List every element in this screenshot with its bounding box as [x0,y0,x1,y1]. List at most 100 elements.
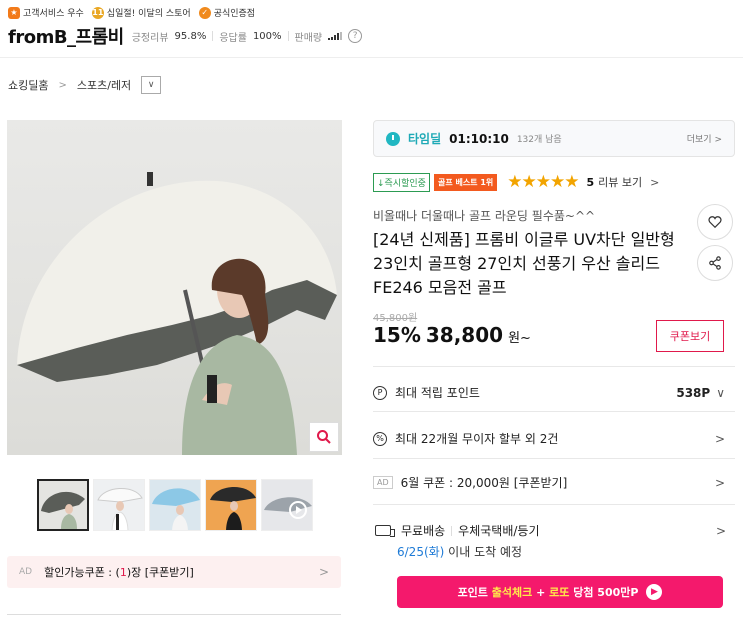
clock-icon [386,131,400,146]
chevron-right-icon[interactable]: > [716,524,726,538]
shipping-row[interactable]: 무료배송 우체국택배/등기 [375,522,540,539]
help-icon[interactable]: ? [348,29,363,43]
chevron-down-icon[interactable]: ∨ [141,76,162,94]
price-suffix: 원~ [508,331,531,346]
coupon-strip-suffix: )장 [쿠폰받기] [126,566,194,579]
points-label: 최대 적립 포인트 [395,386,480,400]
review-link[interactable]: 리뷰 보기 [598,174,642,190]
promo-text: 포인트 출석체크 + 로또 당첨 500만P [458,584,639,600]
thumbnail-list [37,479,313,531]
thumbnail-2[interactable] [93,479,145,531]
share-button[interactable] [697,245,733,281]
promo-middle: + [532,586,550,599]
store-header: fromB_프롬비 긍정리뷰 95.8% 응답률 100% 판매량 ? [8,23,363,49]
promo-highlight-attendance: 출석체크 [491,586,533,599]
arrow-right-icon: ▶ [646,584,663,600]
points-row[interactable]: P 최대 적립 포인트 538P ∨ [373,384,725,401]
original-price: 45,800원 [373,313,418,324]
certified-badge-icon: ✓ [198,6,211,19]
chevron-right-icon: > [58,79,67,91]
thumbnail-4[interactable] [205,479,257,531]
instant-discount-tag: ↓즉시할인중 [373,172,430,192]
delivery-suffix: 이내 도착 예정 [444,545,523,559]
share-icon [709,256,721,270]
sale-price: 38,800 [425,323,504,347]
chevron-right-icon: > [650,175,660,189]
store-name[interactable]: fromB_프롬비 [8,23,124,49]
chevron-down-icon[interactable]: ∨ [716,386,725,400]
best-rank-tag: 골프 베스트 1위 [433,173,498,191]
promo-prefix: 포인트 [457,586,492,599]
thumbnail-3[interactable] [149,479,201,531]
shipping-carrier: 우체국택배/등기 [458,524,540,538]
discount-rate: 15% [373,323,421,347]
heart-icon [708,216,722,229]
seller-badges: ★ 고객서비스 우수 11 십일절! 이달의 스토어 ✓ 공식인증점 [8,6,255,19]
product-tags: ↓즉시할인중 골프 베스트 1위 ★★★★★ 5 리뷰 보기 > [373,172,659,192]
shipping-label: 무료배송 [401,524,446,538]
june-coupon-row[interactable]: AD 6월 쿠폰 : 20,000원 [쿠폰받기] > [373,474,725,491]
coupon-view-button[interactable]: 쿠폰보기 [656,320,724,352]
thumbnail-1[interactable] [37,479,89,531]
left-bottom-divider [7,614,341,615]
chevron-right-icon: > [714,475,725,490]
sales-level-icon [328,32,343,40]
installment-row[interactable]: % 최대 22개월 무이자 할부 외 2건 > [373,430,725,447]
divider [373,458,735,459]
badge-service: ★ 고객서비스 우수 [8,6,84,19]
product-subtitle: 비올때나 더울때나 골프 라운딩 필수품~^^ [373,209,596,223]
thumbnail-5[interactable] [261,479,313,531]
june-coupon-right: > [715,476,725,490]
badge-store-of-month: 11 십일절! 이달의 스토어 [91,6,191,19]
installment-label: 최대 22개월 무이자 할부 외 2건 [395,432,559,446]
percent-icon: % [373,431,387,446]
coupon-count: 1 [119,565,127,579]
promo-highlight-lotto: 로또 [549,586,570,599]
chevron-right-icon: > [714,431,725,446]
attendance-promo-button[interactable]: 포인트 출석체크 + 로또 당첨 500만P ▶ [397,576,723,608]
coupon-strip-prefix: 할인가능쿠폰 : ( [44,566,120,579]
timedeal-more-link[interactable]: 더보기 > [687,132,722,145]
product-main-image[interactable] [7,120,342,455]
breadcrumb-home[interactable]: 쇼킹딜홈 [8,77,48,93]
coupon-strip[interactable]: AD 할인가능쿠폰 : (1)장 [쿠폰받기] > [7,556,341,588]
badge-certified: ✓ 공식인증점 [198,6,256,19]
delivery-estimate: 6/25(화) 이내 도착 예정 [397,543,522,560]
divider [373,411,735,412]
review-label: 긍정리뷰 [131,32,169,44]
response-label: 응답률 [219,32,247,44]
store-stats: 긍정리뷰 95.8% 응답률 100% 판매량 ? [131,29,363,44]
price-row: 15% 38,800 원~ [373,323,531,347]
june-coupon-label: 6월 쿠폰 : 20,000원 [쿠폰받기] [400,476,568,490]
ad-tag: AD [373,476,393,489]
badge-certified-label: 공식인증점 [213,9,256,19]
promo-suffix: 당첨 500만P [569,586,639,599]
breadcrumb: 쇼킹딜홈 > 스포츠/레저 ∨ [8,76,162,94]
divider [373,366,735,367]
installment-right: > [715,432,725,446]
chevron-right-icon: > [318,565,329,579]
search-icon [317,430,331,444]
review-value: 95.8% [174,30,207,42]
umbrella-photo [17,172,337,455]
wishlist-button[interactable] [697,204,733,240]
sales-label: 판매량 [294,32,323,44]
divider [373,504,735,505]
response-value: 100% [252,30,282,42]
timedeal-countdown: 01:10:10 [449,131,509,146]
zoom-button[interactable] [309,422,339,452]
ad-label: AD [19,567,33,577]
breadcrumb-category[interactable]: 스포츠/레저 [77,77,131,93]
points-right: 538P ∨ [676,386,725,400]
timedeal-banner[interactable]: 타임딜 01:10:10 132개 남음 더보기 > [373,120,735,157]
timedeal-label: 타임딜 [408,132,442,146]
header-divider [0,57,743,58]
product-title: [24년 신제품] 프롬비 이글루 UV차단 일반형 23인치 골프형 27인치… [373,230,675,297]
truck-icon [375,525,395,537]
points-value: 538P [676,385,711,400]
rating-stars: ★★★★★ [507,172,579,192]
badge-store-of-month-label: 십일절! 이달의 스토어 [106,9,191,19]
medal-badge-icon: 11 [91,6,104,19]
timedeal-remaining: 132개 남음 [516,135,562,145]
review-count: 5 [586,175,595,189]
